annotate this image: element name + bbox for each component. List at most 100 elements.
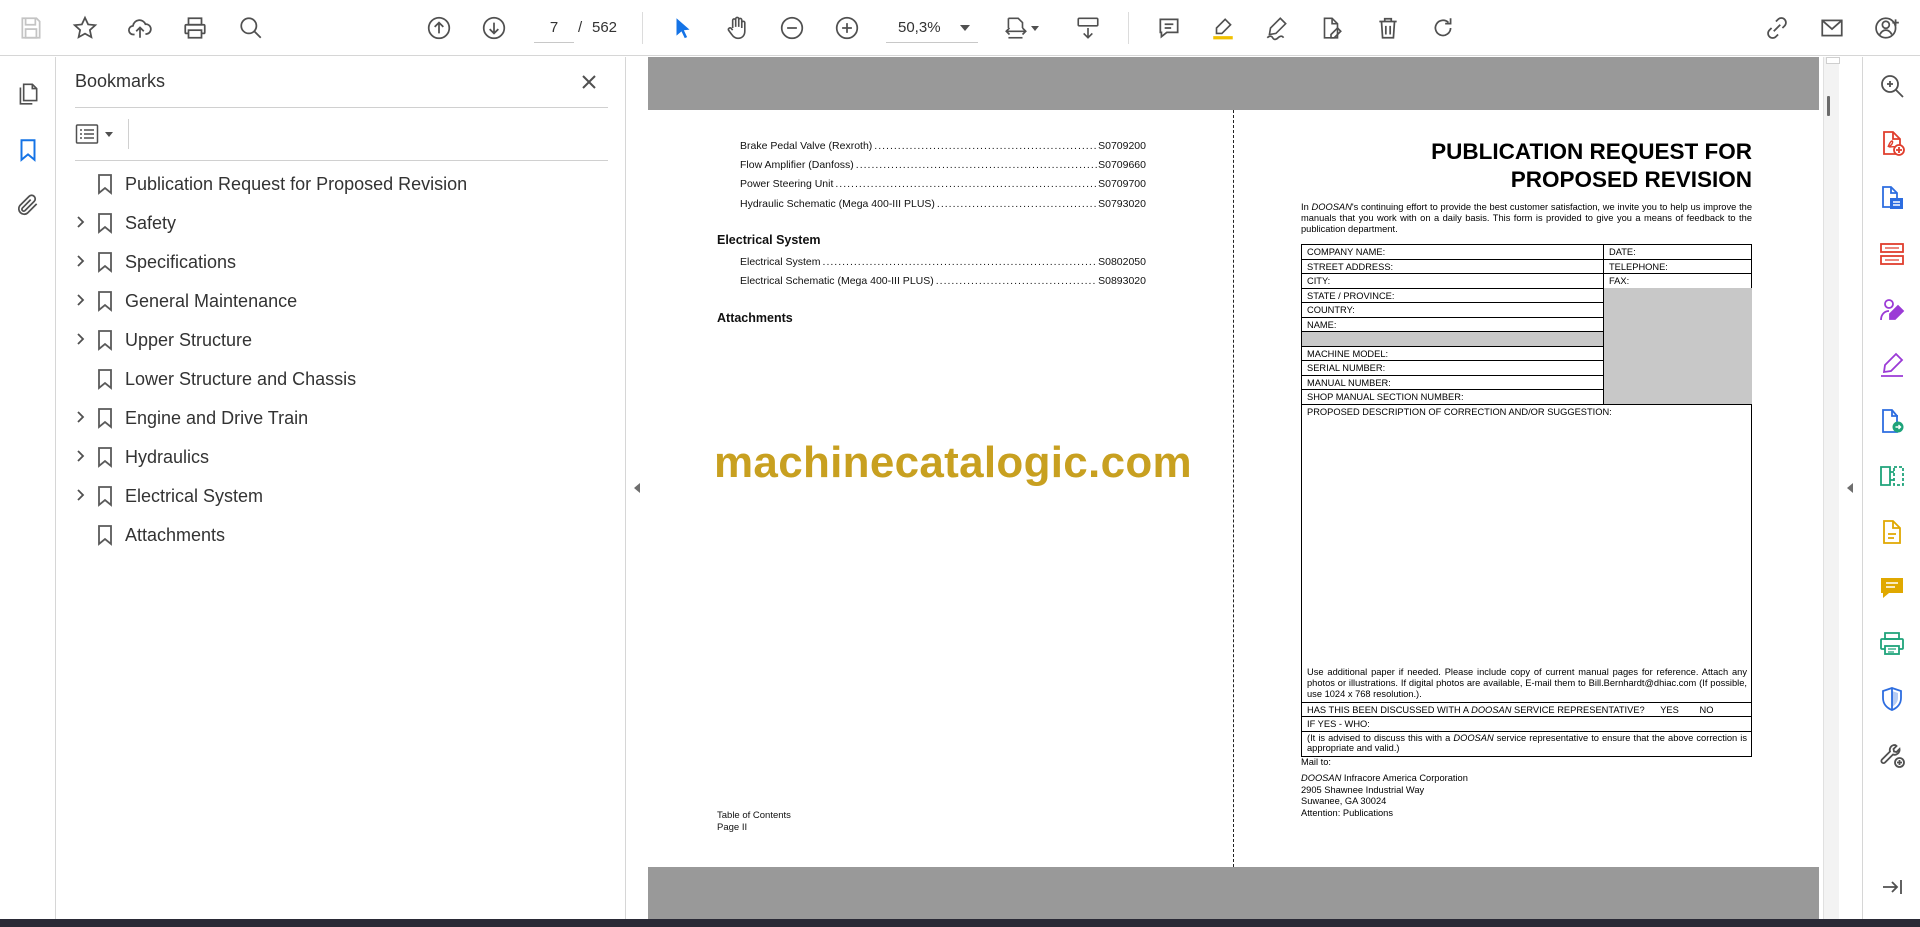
document-page-left: Brake Pedal Valve (Rexroth) ............…	[648, 110, 1233, 867]
mail-address: DOOSAN Infracore America Corporation 290…	[1301, 773, 1468, 819]
fit-page-icon[interactable]	[999, 11, 1039, 45]
toc-entry-title: Electrical Schematic (Mega 400-III PLUS)	[740, 275, 934, 287]
comment-tool-icon[interactable]	[1876, 572, 1908, 604]
print-icon[interactable]	[178, 11, 212, 45]
bookmarks-icon[interactable]	[11, 133, 45, 167]
scroll-mode-icon[interactable]	[1071, 11, 1105, 45]
zoom-out-icon[interactable]	[775, 11, 809, 45]
protect-icon[interactable]	[1876, 683, 1908, 715]
form-row: SHOP MANUAL SECTION NUMBER:	[1302, 389, 1752, 405]
bookmark-item[interactable]: Electrical System	[57, 476, 626, 515]
collapse-left-panel-icon[interactable]	[632, 480, 642, 496]
toc-entry[interactable]: Electrical System ......................…	[740, 256, 1146, 268]
form-label: DATE:	[1609, 247, 1636, 257]
chevron-right-icon[interactable]	[73, 410, 87, 424]
chevron-right-icon[interactable]	[73, 332, 87, 346]
rotate-icon[interactable]	[1426, 11, 1460, 45]
sign-icon[interactable]	[1260, 11, 1294, 45]
select-arrow-icon[interactable]	[666, 11, 700, 45]
edit-pdf-tool-icon[interactable]	[1876, 516, 1908, 548]
bookmark-item[interactable]: Hydraulics	[57, 437, 626, 476]
toc-entry[interactable]: Brake Pedal Valve (Rexroth) ............…	[740, 140, 1146, 152]
page-number-input[interactable]	[534, 13, 574, 43]
send-for-review-icon[interactable]	[1876, 405, 1908, 437]
yes-option: YES	[1660, 704, 1679, 715]
toc-leader: ........................................…	[855, 159, 1098, 171]
list-options-icon	[75, 124, 99, 144]
print-production-icon[interactable]	[1876, 628, 1908, 660]
form-row: NAME:	[1302, 316, 1752, 332]
bookmark-item[interactable]: General Maintenance	[57, 281, 626, 320]
vertical-scrollbar[interactable]	[1823, 57, 1839, 919]
form-label: SHOP MANUAL SECTION NUMBER:	[1307, 392, 1464, 402]
request-signatures-icon[interactable]	[1876, 294, 1908, 326]
collapse-panel-icon[interactable]	[1876, 871, 1908, 903]
find-icon[interactable]	[234, 11, 268, 45]
comment-icon[interactable]	[1152, 11, 1186, 45]
scrollbar-thumb[interactable]	[1827, 96, 1830, 116]
cloud-upload-icon[interactable]	[123, 11, 157, 45]
toc-entry[interactable]: Hydraulic Schematic (Mega 400-III PLUS) …	[740, 198, 1146, 210]
chevron-down-icon	[105, 131, 113, 137]
bookmark-label: Attachments	[125, 525, 226, 545]
form-row: IF YES - WHO:	[1302, 717, 1751, 732]
email-icon[interactable]	[1815, 11, 1849, 45]
close-icon[interactable]	[574, 67, 604, 97]
zoom-dropdown[interactable]: 50,3%	[886, 13, 978, 43]
main-toolbar: / 562 50,3%	[0, 0, 1920, 56]
page-gap-bottom	[648, 867, 1819, 919]
delete-icon[interactable]	[1371, 11, 1405, 45]
chevron-right-icon[interactable]	[73, 449, 87, 463]
mail-company: Infracore America Corporation	[1341, 773, 1468, 783]
bookmark-options-button[interactable]	[75, 119, 127, 149]
organize-pages-icon[interactable]	[1876, 238, 1908, 270]
scrollbar-cap	[1826, 57, 1840, 64]
bookmark-item[interactable]: Specifications	[57, 242, 626, 281]
prev-page-icon[interactable]	[422, 11, 456, 45]
search-tool-icon[interactable]	[1876, 70, 1908, 102]
save-icon[interactable]	[14, 11, 48, 45]
page-thumbnails-icon[interactable]	[11, 77, 45, 111]
account-icon[interactable]	[1871, 11, 1905, 45]
chevron-right-icon[interactable]	[73, 215, 87, 229]
attachments-icon[interactable]	[11, 188, 45, 222]
form-intro: In DOOSAN's continuing effort to provide…	[1301, 202, 1752, 236]
collapse-right-panel-icon[interactable]	[1845, 480, 1855, 496]
bookmark-item[interactable]: Publication Request for Proposed Revisio…	[57, 164, 626, 203]
form-row: CITY: FAX:	[1302, 274, 1751, 289]
toc-entry[interactable]: Power Steering Unit ....................…	[740, 178, 1146, 190]
toc-entry[interactable]: Flow Amplifier (Danfoss) ...............…	[740, 159, 1146, 171]
hand-icon[interactable]	[720, 11, 754, 45]
share-link-icon[interactable]	[1760, 11, 1794, 45]
chevron-right-icon[interactable]	[73, 293, 87, 307]
bookmark-item[interactable]: Engine and Drive Train	[57, 398, 626, 437]
os-taskbar-edge	[0, 919, 1920, 927]
bookmark-item[interactable]: Safety	[57, 203, 626, 242]
highlight-icon[interactable]	[1206, 11, 1240, 45]
bookmark-item[interactable]: Attachments	[57, 515, 626, 554]
form-shaded-cell	[1603, 389, 1752, 404]
form-label: FAX:	[1609, 276, 1630, 286]
fill-sign-icon[interactable]	[1876, 349, 1908, 381]
bookmark-item[interactable]: Upper Structure	[57, 320, 626, 359]
compare-files-icon[interactable]	[1876, 460, 1908, 492]
export-pdf-icon[interactable]	[1876, 182, 1908, 214]
edit-pdf-icon[interactable]	[1314, 11, 1348, 45]
bookmark-icon	[95, 407, 115, 429]
chevron-right-icon[interactable]	[73, 488, 87, 502]
bookmark-label: Specifications	[125, 252, 237, 272]
toc-leader: ........................................…	[935, 275, 1097, 287]
chevron-right-icon[interactable]	[73, 254, 87, 268]
next-page-icon[interactable]	[477, 11, 511, 45]
more-tools-icon[interactable]	[1876, 739, 1908, 771]
form-shaded-cell	[1603, 345, 1752, 360]
chevron-down-icon	[960, 24, 970, 31]
star-icon[interactable]	[68, 11, 102, 45]
zoom-value: 50,3%	[898, 19, 941, 36]
create-pdf-icon[interactable]	[1876, 127, 1908, 159]
form-shaded-cell	[1603, 331, 1752, 346]
toc-entry[interactable]: Electrical Schematic (Mega 400-III PLUS)…	[740, 275, 1146, 287]
bookmark-item[interactable]: Lower Structure and Chassis	[57, 359, 626, 398]
toc-leader: ........................................…	[874, 140, 1098, 152]
zoom-in-icon[interactable]	[830, 11, 864, 45]
